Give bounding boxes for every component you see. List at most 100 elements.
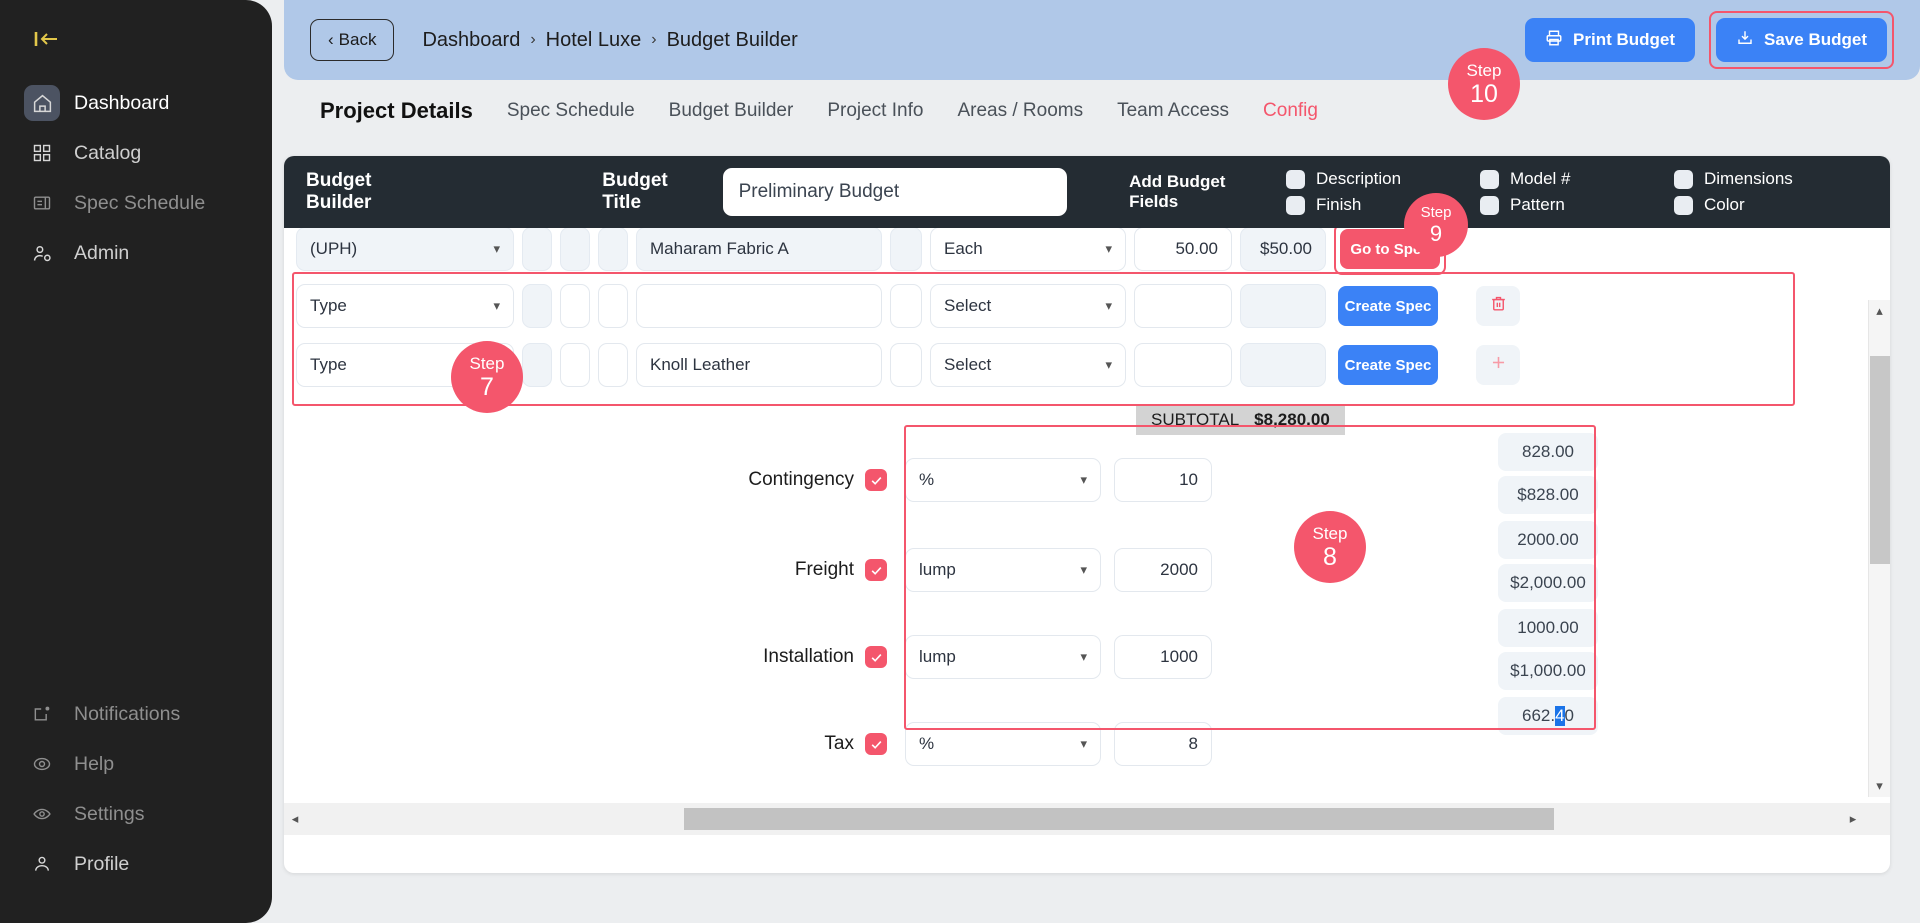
back-button[interactable]: ‹ Back [310, 19, 395, 61]
checkbox-label: Model # [1510, 169, 1571, 188]
create-spec-button[interactable]: Create Spec [1338, 345, 1438, 385]
summary-checkbox[interactable] [865, 646, 887, 668]
summary-checkbox[interactable] [865, 469, 887, 491]
checkbox-box-icon [1480, 169, 1499, 189]
row-name-input[interactable]: Maharam Fabric A [636, 228, 882, 271]
row-type-select[interactable]: Type ▾ [296, 284, 514, 328]
budget-builder-card: Budget Builder Budget Title Add Budget F… [284, 156, 1890, 873]
horizontal-scroll-thumb[interactable] [684, 808, 1554, 830]
summary-value-input[interactable]: 2000 [1114, 548, 1212, 592]
sidebar-item-settings[interactable]: Settings [0, 789, 272, 839]
summary-calc-raw: 828.00 [1498, 433, 1598, 471]
sidebar-item-admin[interactable]: Admin [0, 228, 272, 278]
checkbox-dimensions[interactable]: Dimensions [1674, 169, 1868, 189]
sidebar-item-label: Admin [74, 241, 130, 264]
calc-text-post: 0 [1564, 706, 1575, 725]
summary-mode-select[interactable]: % ▾ [905, 722, 1101, 766]
tab-project-info[interactable]: Project Info [827, 100, 923, 122]
main-area: ‹ Back Dashboard › Hotel Luxe › Budget B… [272, 0, 1920, 923]
collapse-panel-icon[interactable] [33, 24, 63, 54]
checkbox-pattern[interactable]: Pattern [1480, 195, 1674, 215]
row-col-a[interactable] [522, 343, 552, 387]
summary-checkbox[interactable] [865, 559, 887, 581]
create-spec-button[interactable]: Create Spec [1338, 286, 1438, 326]
row-col-a[interactable] [522, 284, 552, 328]
sidebar-item-profile[interactable]: Profile [0, 839, 272, 889]
tab-project-details[interactable]: Project Details [320, 98, 473, 124]
tab-spec-schedule[interactable]: Spec Schedule [507, 100, 635, 122]
checkbox-description[interactable]: Description [1286, 169, 1480, 189]
row-qty-input[interactable]: 50.00 [1134, 228, 1232, 271]
summary-value-input[interactable]: 10 [1114, 458, 1212, 502]
row-type-select[interactable]: (UPH) ▾ [296, 228, 514, 271]
scroll-down-button[interactable]: ▾ [1869, 775, 1891, 797]
scroll-up-button[interactable]: ▴ [1869, 300, 1891, 322]
row-col-b[interactable] [560, 284, 590, 328]
row-col-b[interactable] [560, 343, 590, 387]
chevron-down-icon: ▾ [1080, 649, 1087, 664]
add-row-button[interactable] [1476, 345, 1520, 385]
row-total-value [1240, 284, 1326, 328]
breadcrumb-item-dashboard[interactable]: Dashboard [422, 29, 520, 52]
vertical-scrollbar[interactable]: ▴ ▾ [1868, 300, 1890, 797]
save-download-icon [1736, 29, 1754, 52]
plus-icon [1489, 353, 1508, 377]
checkbox-box-icon [1286, 195, 1305, 215]
row-qty-input[interactable] [1134, 343, 1232, 387]
row-name-input[interactable] [636, 284, 882, 328]
table-row: (UPH) ▾ Maharam Fabric A Each ▾ 50.00 $5… [296, 228, 1820, 275]
scroll-left-button[interactable]: ◂ [284, 808, 306, 830]
tab-team-access[interactable]: Team Access [1117, 100, 1229, 122]
row-unit-select[interactable]: Select ▾ [930, 284, 1126, 328]
horizontal-scrollbar[interactable]: ◂ ▸ [284, 803, 1890, 835]
tab-budget-builder[interactable]: Budget Builder [669, 100, 794, 122]
tab-config[interactable]: Config [1263, 100, 1318, 122]
checkbox-box-icon [1480, 195, 1499, 215]
row-qty-input[interactable] [1134, 284, 1232, 328]
summary-mode-select[interactable]: lump ▾ [905, 548, 1101, 592]
summary-value-input[interactable]: 8 [1114, 722, 1212, 766]
row-col-d[interactable] [890, 343, 922, 387]
summary-calc-raw: 1000.00 [1498, 609, 1598, 647]
row-col-a[interactable] [522, 228, 552, 271]
summary-calc-raw-selected[interactable]: 662. 4 0 [1498, 697, 1598, 735]
summary-row-tax: Tax % ▾ 8 [734, 722, 1212, 766]
step-word: Step [1312, 523, 1348, 543]
help-circle-icon [24, 746, 60, 782]
sidebar-item-spec-schedule[interactable]: Spec Schedule [0, 178, 272, 228]
checkbox-model-number[interactable]: Model # [1480, 169, 1674, 189]
sidebar-item-notifications[interactable]: Notifications [0, 689, 272, 739]
sidebar-item-label: Help [74, 752, 115, 775]
vertical-scroll-thumb[interactable] [1869, 356, 1890, 564]
row-col-d[interactable] [890, 228, 922, 271]
row-col-d[interactable] [890, 284, 922, 328]
summary-mode-select[interactable]: lump ▾ [905, 635, 1101, 679]
sidebar-item-label: Dashboard [74, 91, 170, 114]
breadcrumb-separator: › [651, 31, 657, 48]
calc-text-pre: 662. [1521, 706, 1556, 725]
budget-title-input[interactable] [722, 168, 1068, 216]
sidebar-item-help[interactable]: Help [0, 739, 272, 789]
sidebar-item-catalog[interactable]: Catalog [0, 128, 272, 178]
scroll-right-button[interactable]: ▸ [1842, 808, 1864, 830]
row-unit-select[interactable]: Each ▾ [930, 228, 1126, 271]
step-number: 8 [1323, 542, 1337, 571]
add-budget-fields-label: Add Budget Fields [1129, 172, 1226, 211]
tab-areas-rooms[interactable]: Areas / Rooms [957, 100, 1083, 122]
print-budget-button[interactable]: Print Budget [1525, 18, 1696, 62]
row-col-c[interactable] [598, 284, 628, 328]
summary-checkbox[interactable] [865, 733, 887, 755]
summary-value-input[interactable]: 1000 [1114, 635, 1212, 679]
row-col-c[interactable] [598, 228, 628, 271]
row-col-b[interactable] [560, 228, 590, 271]
delete-row-button[interactable] [1476, 286, 1520, 326]
save-budget-button[interactable]: Save Budget [1716, 18, 1887, 62]
checkbox-color[interactable]: Color [1674, 195, 1868, 215]
row-name-input[interactable]: Knoll Leather [636, 343, 882, 387]
summary-mode-select[interactable]: % ▾ [905, 458, 1101, 502]
breadcrumb-item-hotel-luxe[interactable]: Hotel Luxe [546, 29, 642, 52]
row-unit-select[interactable]: Select ▾ [930, 343, 1126, 387]
sidebar-item-dashboard[interactable]: Dashboard [0, 78, 272, 128]
row-col-c[interactable] [598, 343, 628, 387]
tab-bar: Project Details Spec Schedule Budget Bui… [284, 80, 1920, 142]
